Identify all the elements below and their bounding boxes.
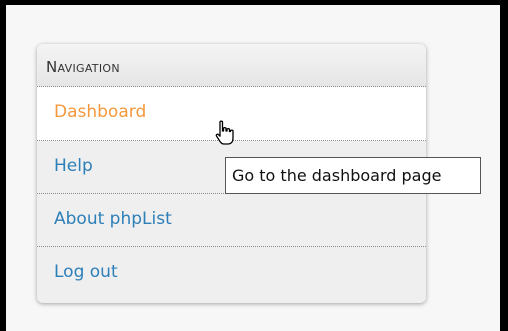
hand-pointer-icon (215, 120, 234, 145)
window-frame-right (500, 0, 508, 331)
window-frame-left (0, 0, 6, 331)
dashboard-tooltip: Go to the dashboard page (225, 157, 481, 194)
window-frame-top (0, 0, 508, 5)
nav-item-log-out[interactable]: Log out (37, 247, 426, 300)
navigation-heading: Navigation (37, 44, 426, 87)
nav-item-about-phplist[interactable]: About phpList (37, 194, 426, 247)
